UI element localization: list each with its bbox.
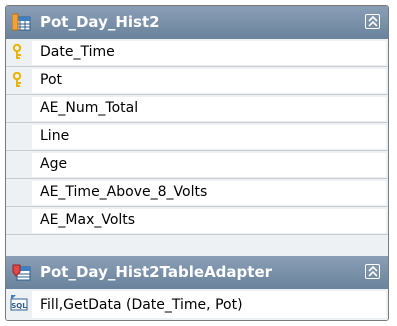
- table-title: Pot_Day_Hist2: [40, 13, 160, 31]
- primary-key-icon: [12, 71, 24, 88]
- sql-query-icon: SQL: [10, 295, 28, 313]
- dataset-table-designer: Pot_Day_Hist2 Date_Time Pot AE_Num_Total…: [5, 5, 389, 321]
- column-name: AE_Num_Total: [40, 100, 139, 116]
- table-header[interactable]: Pot_Day_Hist2: [6, 6, 388, 39]
- column-list: Date_Time Pot AE_Num_Total Line Age AE_T…: [6, 39, 388, 235]
- column-name: Line: [40, 128, 70, 144]
- collapse-table-button[interactable]: [365, 14, 380, 29]
- column-name: AE_Time_Above_8_Volts: [40, 184, 208, 200]
- adapter-header[interactable]: Pot_Day_Hist2TableAdapter: [6, 256, 388, 289]
- adapter-title: Pot_Day_Hist2TableAdapter: [40, 263, 273, 281]
- column-name: Date_Time: [40, 44, 115, 60]
- column-row[interactable]: Age: [6, 151, 388, 179]
- double-chevron-up-icon: [368, 266, 378, 277]
- query-text: Fill,GetData (Date_Time, Pot): [40, 297, 243, 313]
- table-adapter-icon: [12, 263, 32, 283]
- primary-key-icon: [12, 43, 24, 60]
- double-chevron-up-icon: [368, 16, 378, 27]
- column-name: Age: [40, 156, 68, 172]
- column-row[interactable]: Date_Time: [6, 39, 388, 67]
- table-icon: [11, 13, 32, 33]
- column-row[interactable]: Line: [6, 123, 388, 151]
- column-row[interactable]: Pot: [6, 67, 388, 95]
- column-row[interactable]: AE_Time_Above_8_Volts: [6, 179, 388, 207]
- svg-text:SQL: SQL: [11, 302, 27, 310]
- column-row[interactable]: AE_Max_Volts: [6, 207, 388, 235]
- collapse-adapter-button[interactable]: [365, 264, 380, 279]
- column-row[interactable]: AE_Num_Total: [6, 95, 388, 123]
- column-name: Pot: [40, 72, 62, 88]
- column-name: AE_Max_Volts: [40, 212, 136, 228]
- query-row[interactable]: SQL Fill,GetData (Date_Time, Pot): [6, 289, 388, 320]
